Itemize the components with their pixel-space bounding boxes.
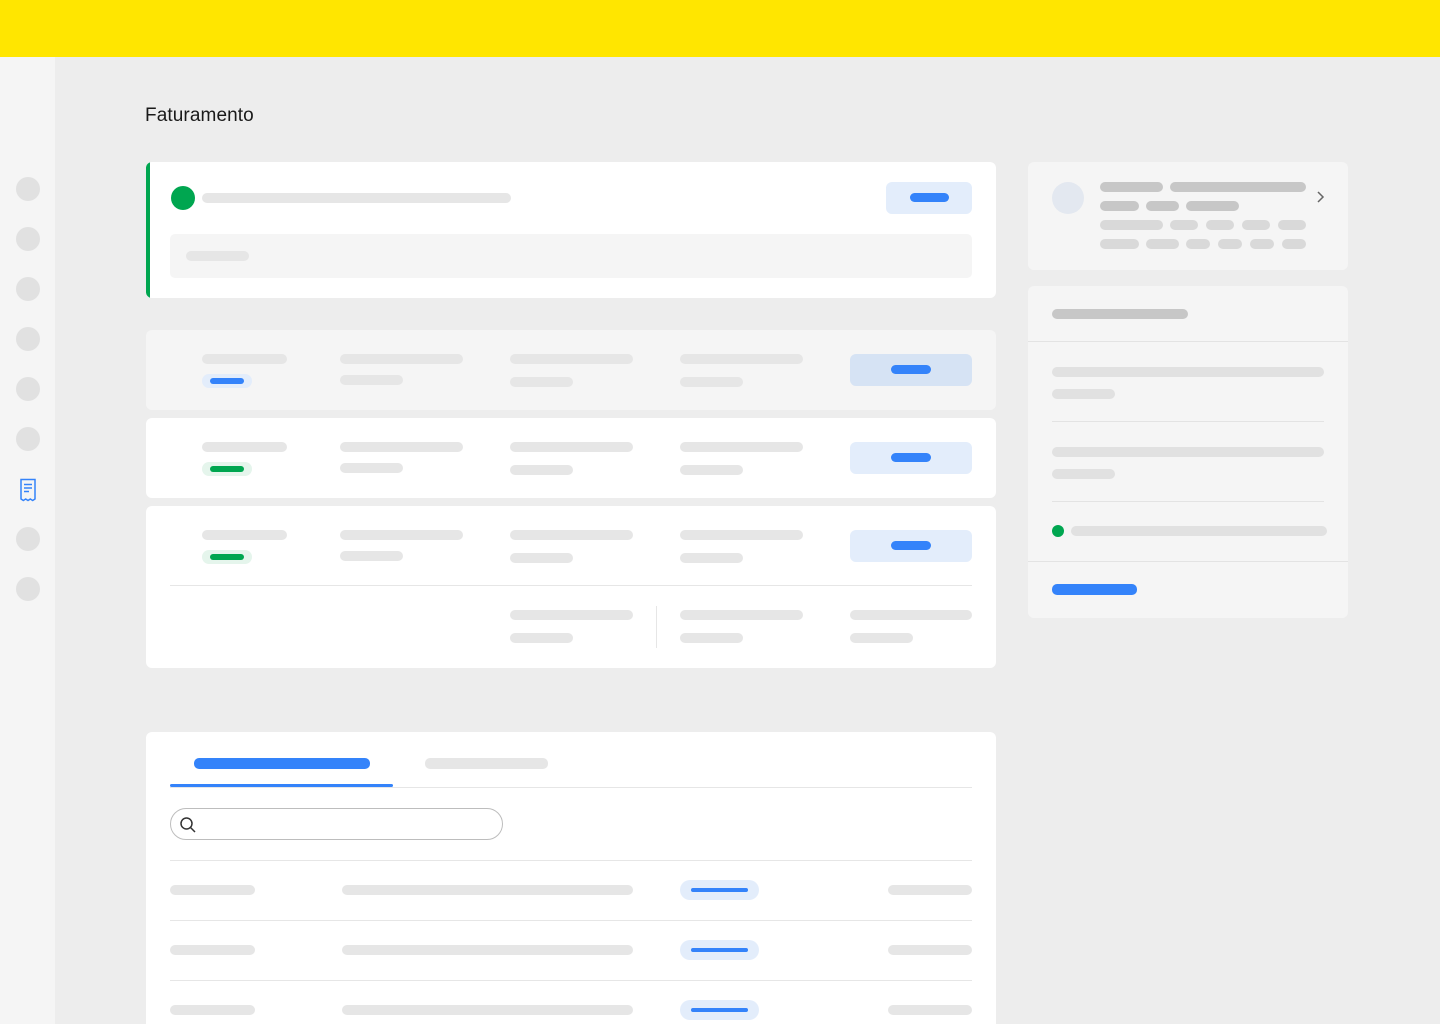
summary-link[interactable] [1052,584,1137,595]
status-badge [202,374,252,388]
table-row[interactable] [146,920,996,980]
summary-title [1052,309,1188,319]
page-title: Faturamento [145,105,254,126]
sidebar-item-9[interactable] [16,577,40,601]
sidebar-item-2[interactable] [16,227,40,251]
account-card[interactable] [1028,162,1348,270]
status-badge [202,550,252,564]
status-dot [1052,525,1064,537]
search-icon [180,817,196,833]
billing-row-2[interactable] [146,418,996,498]
status-message-box [170,234,972,278]
sidebar-item-6[interactable] [16,427,40,451]
sidebar-item-billing[interactable] [16,477,40,503]
receipt-icon [20,478,36,502]
table-row[interactable] [146,980,996,1024]
row-action-button[interactable] [850,530,972,562]
status-accent-bar [146,162,150,298]
sidebar-item-1[interactable] [16,177,40,201]
sidebar-item-3[interactable] [16,277,40,301]
tab-2[interactable] [402,732,572,788]
tab-1[interactable] [170,732,393,788]
status-badge [680,880,759,900]
row-action-button[interactable] [850,442,972,474]
status-dot [171,186,195,210]
sidebar-item-8[interactable] [16,527,40,551]
billing-row-1[interactable] [146,330,996,410]
status-title-placeholder [202,193,511,203]
status-badge [202,462,252,476]
status-badge [680,940,759,960]
top-bar [0,0,1440,57]
status-badge [680,1000,759,1020]
search-input[interactable] [170,808,503,840]
chevron-right-icon[interactable] [1315,190,1325,204]
row-action-button[interactable] [850,354,972,386]
sidebar [0,57,55,1024]
sidebar-item-5[interactable] [16,377,40,401]
table-row[interactable] [146,860,996,920]
status-card [146,162,996,298]
invoices-card [146,732,996,1024]
sidebar-item-4[interactable] [16,327,40,351]
summary-card [1028,286,1348,618]
billing-row-3[interactable] [146,506,996,668]
avatar [1052,182,1084,214]
status-action-button[interactable] [886,182,972,214]
